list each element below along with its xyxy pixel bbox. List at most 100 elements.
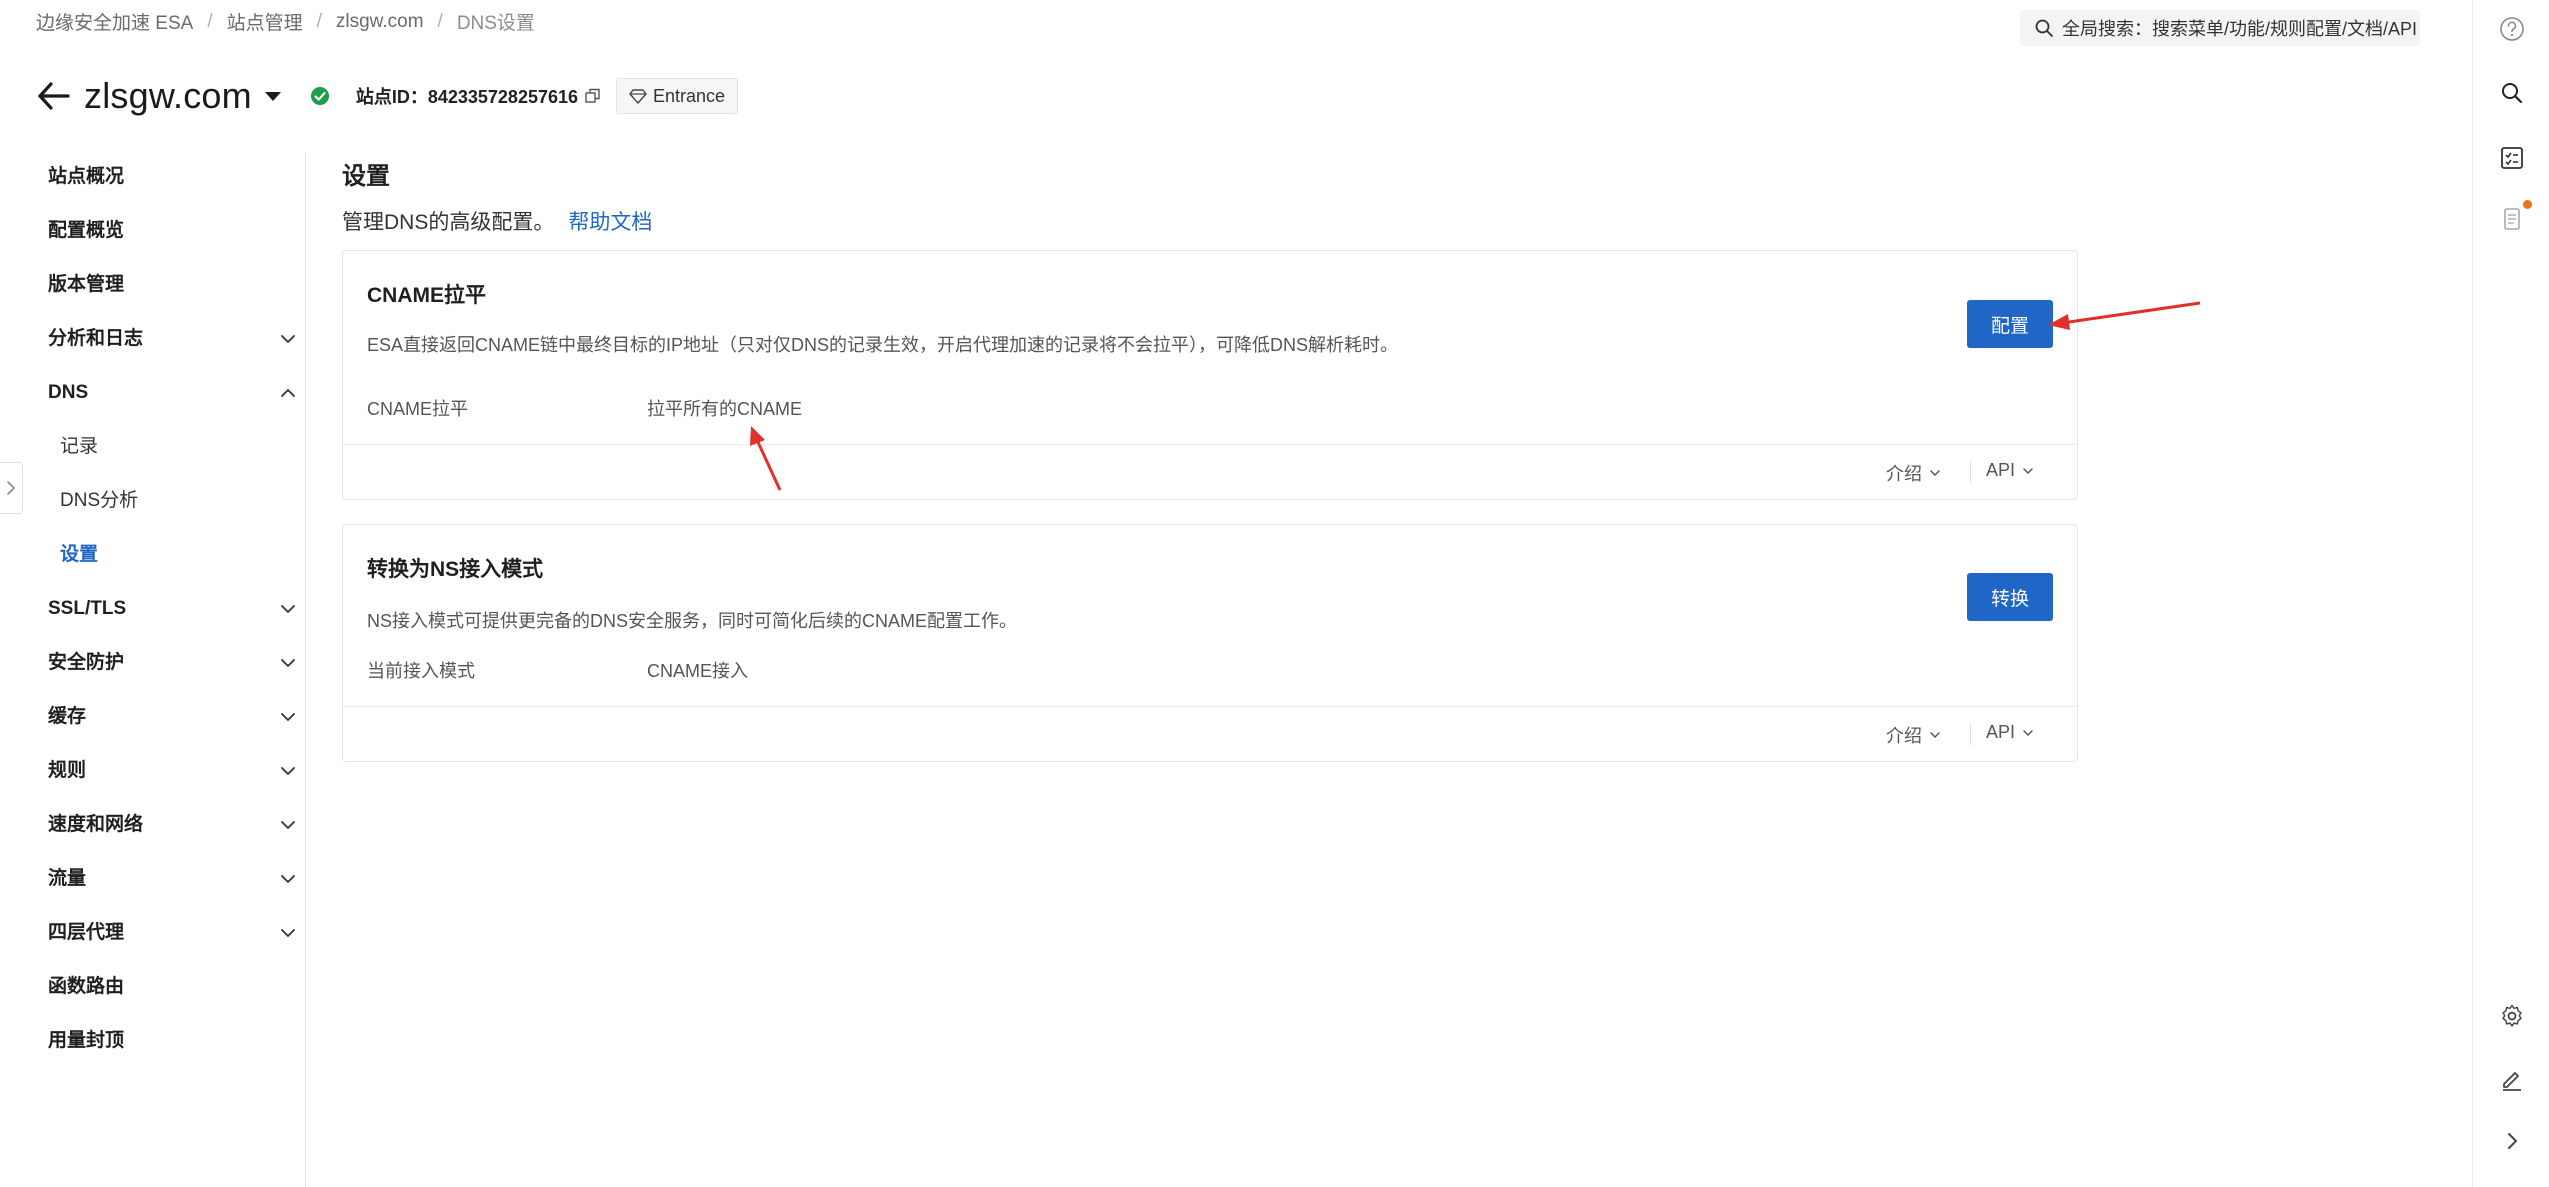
sidebar-item-security[interactable]: 安全防护 [48, 648, 298, 678]
entrance-badge[interactable]: Entrance [616, 78, 739, 114]
footer-divider [1970, 461, 1971, 483]
sidebar-item-config-overview[interactable]: 配置概览 [48, 216, 298, 246]
page-subtitle: 管理DNS的高级配置。 帮助文档 [342, 206, 652, 236]
sidebar-item-rules[interactable]: 规则 [48, 756, 298, 786]
setting-value: 拉平所有的CNAME [647, 399, 803, 419]
card-title: 转换为NS接入模式 [367, 558, 544, 581]
setting-value: CNAME接入 [647, 661, 749, 681]
sidebar-item-label: 流量 [48, 868, 87, 889]
sidebar-item-usage-cap[interactable]: 用量封顶 [48, 1026, 298, 1056]
help-icon[interactable] [2499, 16, 2525, 42]
chevron-up-icon [281, 389, 295, 397]
setting-label: 当前接入模式 [367, 661, 475, 681]
api-dropdown[interactable]: API [1986, 722, 2035, 743]
sidebar-item-label: SSL/TLS [48, 598, 127, 619]
sidebar-item-speed-network[interactable]: 速度和网络 [48, 810, 298, 840]
sidebar-item-label: 记录 [60, 436, 99, 457]
chevron-down-icon [281, 875, 295, 883]
settings-icon[interactable] [2499, 1003, 2525, 1029]
chevron-down-icon [2023, 467, 2033, 474]
intro-dropdown[interactable]: 介绍 [1886, 460, 1942, 486]
chevron-down-icon [2023, 729, 2033, 736]
chevron-down-icon [281, 335, 295, 343]
card-footer: 介绍 API [343, 444, 2077, 499]
api-label: API [1986, 460, 2016, 480]
site-header: zlsgw.com 站点ID：842335728257616 Entrance [34, 68, 739, 124]
search-icon [2035, 19, 2053, 37]
search-icon[interactable] [2499, 80, 2525, 106]
page-title: 设置 [342, 163, 390, 190]
sidebar-item-traffic[interactable]: 流量 [48, 864, 298, 894]
setting-label: CNAME拉平 [367, 399, 469, 419]
ns-mode-card: 转换为NS接入模式 NS接入模式可提供更完备的DNS安全服务，同时可简化后续的C… [342, 524, 2078, 762]
convert-button[interactable]: 转换 [1967, 573, 2053, 621]
breadcrumb-item-site-management[interactable]: 站点管理 [227, 8, 303, 35]
breadcrumb-separator: / [437, 10, 443, 32]
sidebar-item-label: 版本管理 [48, 274, 125, 295]
sidebar-item-label: 缓存 [48, 706, 87, 727]
chevron-down-icon [281, 659, 295, 667]
copy-icon[interactable] [584, 87, 602, 105]
chevron-down-icon [281, 713, 295, 721]
diamond-icon [629, 89, 647, 104]
global-search-input[interactable]: 全局搜索：搜索菜单/功能/规则配置/文档/API [2020, 10, 2420, 46]
caret-down-icon[interactable] [262, 85, 284, 107]
sidebar-item-label: 用量封顶 [48, 1030, 125, 1051]
sidebar-item-dns[interactable]: DNS [48, 378, 298, 408]
card-description: ESA直接返回CNAME链中最终目标的IP地址（只对仅DNS的记录生效，开启代理… [367, 335, 1399, 355]
sidebar-item-label: DNS分析 [60, 490, 139, 511]
intro-label: 介绍 [1886, 726, 1922, 746]
expand-icon[interactable] [2499, 1128, 2525, 1154]
sidebar-subitem-records[interactable]: 记录 [60, 432, 98, 462]
footer-divider [1970, 723, 1971, 745]
sidebar-item-cache[interactable]: 缓存 [48, 702, 298, 732]
sidebar-item-label: 规则 [48, 760, 87, 781]
sidebar-subitem-dns-analytics[interactable]: DNS分析 [60, 486, 138, 516]
sidebar-item-layer4-proxy[interactable]: 四层代理 [48, 918, 298, 948]
card-description: NS接入模式可提供更完备的DNS安全服务，同时可简化后续的CNAME配置工作。 [367, 611, 1018, 631]
sidebar-item-label: 函数路由 [48, 976, 125, 997]
api-dropdown[interactable]: API [1986, 460, 2035, 481]
notification-dot [2523, 200, 2532, 209]
sidebar-item-label: 四层代理 [48, 922, 125, 943]
sidebar-item-site-overview[interactable]: 站点概况 [48, 162, 298, 192]
edit-icon[interactable] [2499, 1066, 2525, 1092]
sidebar-item-function-routing[interactable]: 函数路由 [48, 972, 298, 1002]
configure-button[interactable]: 配置 [1967, 300, 2053, 348]
site-id: 站点ID：842335728257616 [356, 83, 578, 109]
intro-dropdown[interactable]: 介绍 [1886, 722, 1942, 748]
page-subtitle-text: 管理DNS的高级配置。 [342, 211, 555, 234]
global-search-label: 全局搜索：搜索菜单/功能/规则配置/文档/API [2062, 19, 2418, 39]
breadcrumb-item-current: DNS设置 [456, 13, 535, 34]
notes-icon[interactable] [2499, 206, 2525, 232]
chevron-down-icon [281, 821, 295, 829]
back-arrow-icon[interactable] [34, 76, 74, 116]
sidebar: 站点概况 配置概览 版本管理 分析和日志 DNS 记录 DNS分析 设置 SSL… [0, 152, 306, 1187]
sidebar-item-label: 速度和网络 [48, 814, 144, 835]
sidebar-item-label: 站点概况 [48, 166, 125, 187]
status-check-icon [310, 87, 329, 105]
entrance-badge-label: Entrance [653, 85, 726, 106]
sidebar-item-version-management[interactable]: 版本管理 [48, 270, 298, 300]
sidebar-expand-handle[interactable] [0, 462, 23, 514]
chevron-down-icon [281, 605, 295, 613]
sidebar-item-ssl-tls[interactable]: SSL/TLS [48, 594, 298, 624]
chevron-down-icon [1930, 470, 1940, 477]
sidebar-item-analytics-logs[interactable]: 分析和日志 [48, 324, 298, 354]
site-name[interactable]: zlsgw.com [84, 75, 252, 117]
sidebar-item-label: 分析和日志 [48, 328, 144, 349]
chevron-down-icon [1930, 732, 1940, 739]
checklist-icon[interactable] [2499, 145, 2525, 171]
main-area: 边缘安全加速 ESA / 站点管理 / zlsgw.com / DNS设置 全局… [0, 0, 2472, 1187]
site-id-label: 站点ID： [355, 87, 428, 107]
sidebar-item-label: 配置概览 [48, 220, 125, 241]
breadcrumb-item-esa[interactable]: 边缘安全加速 ESA [36, 8, 193, 35]
sidebar-item-label: 安全防护 [48, 652, 125, 673]
card-title: CNAME拉平 [367, 284, 486, 307]
sidebar-item-label: DNS [48, 382, 89, 403]
help-doc-link[interactable]: 帮助文档 [568, 211, 652, 234]
chevron-down-icon [281, 767, 295, 775]
card-footer: 介绍 API [343, 706, 2077, 761]
breadcrumb-item-site[interactable]: zlsgw.com [336, 11, 424, 33]
sidebar-subitem-settings[interactable]: 设置 [60, 540, 98, 570]
